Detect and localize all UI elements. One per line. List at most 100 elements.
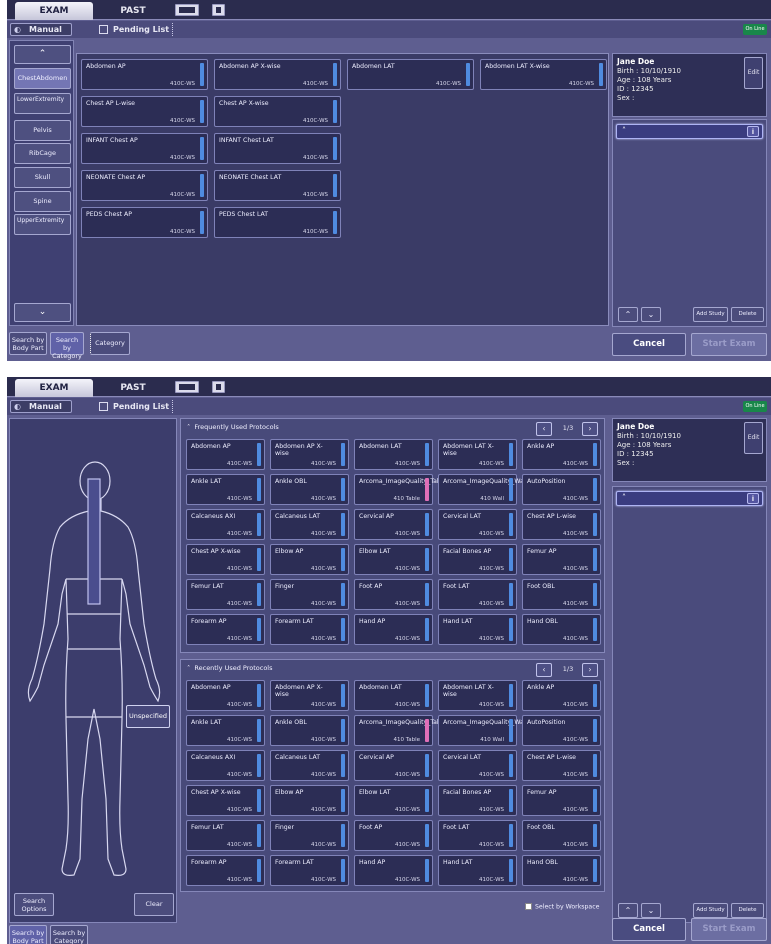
start-exam-button[interactable]: Start Exam xyxy=(691,918,767,941)
protocol-button[interactable]: Ankle OBL 410C-WS xyxy=(270,715,349,746)
protocol-button[interactable]: Hand AP 410C-WS xyxy=(354,614,433,645)
protocol-button[interactable]: Hand AP 410C-WS xyxy=(354,855,433,886)
protocol-button[interactable]: Elbow LAT 410C-WS xyxy=(354,785,433,816)
start-exam-button[interactable]: Start Exam xyxy=(691,333,767,356)
protocol-button[interactable]: AutoPosition 410C-WS xyxy=(522,715,601,746)
protocol-button[interactable]: Elbow LAT 410C-WS xyxy=(354,544,433,575)
protocol-button[interactable]: Abdomen AP 410C-WS xyxy=(186,680,265,711)
protocol-button[interactable]: Cervical LAT 410C-WS xyxy=(438,509,517,540)
protocol-button[interactable]: NEONATE Chest LAT 410C-WS xyxy=(214,170,341,201)
category-button[interactable]: Skull xyxy=(14,167,71,188)
protocol-button[interactable]: Chest AP L-wise 410C-WS xyxy=(81,96,208,127)
protocol-button[interactable]: Foot OBL 410C-WS xyxy=(522,820,601,851)
protocol-button[interactable]: Abdomen LAT X-wise 410C-WS xyxy=(438,439,517,470)
tab-past[interactable]: PAST xyxy=(95,379,171,397)
search-by-body-part-button[interactable]: Search by Body Part xyxy=(9,332,47,355)
protocol-button[interactable]: Abdomen AP 410C-WS xyxy=(81,59,208,90)
delete-study-button[interactable]: Delete xyxy=(731,903,764,918)
protocol-button[interactable]: Chest AP L-wise 410C-WS xyxy=(522,509,601,540)
protocol-button[interactable]: Calcaneus AXI 410C-WS xyxy=(186,750,265,781)
protocol-button[interactable]: INFANT Chest AP 410C-WS xyxy=(81,133,208,164)
protocol-button[interactable]: Foot LAT 410C-WS xyxy=(438,820,517,851)
protocol-button[interactable]: Hand OBL 410C-WS xyxy=(522,855,601,886)
protocol-button[interactable]: Cervical AP 410C-WS xyxy=(354,509,433,540)
study-row[interactable]: ˄ i xyxy=(616,491,763,506)
move-down-button[interactable]: ⌄ xyxy=(641,307,661,322)
protocol-button[interactable]: NEONATE Chest AP 410C-WS xyxy=(81,170,208,201)
protocol-button[interactable]: Facial Bones AP 410C-WS xyxy=(438,544,517,575)
search-options-button[interactable]: Search Options xyxy=(14,893,54,916)
protocol-button[interactable]: Femur LAT 410C-WS xyxy=(186,820,265,851)
category-button[interactable]: Pelvis xyxy=(14,120,71,141)
protocol-button[interactable]: Abdomen AP 410C-WS xyxy=(186,439,265,470)
protocol-button[interactable]: Ankle LAT 410C-WS xyxy=(186,715,265,746)
previous-page-icon[interactable]: ‹ xyxy=(536,422,552,436)
study-info-button[interactable]: i xyxy=(747,126,759,137)
move-up-button[interactable]: ⌃ xyxy=(618,307,638,322)
protocol-button[interactable]: Abdomen LAT 410C-WS xyxy=(354,439,433,470)
delete-study-button[interactable]: Delete xyxy=(731,307,764,322)
document-icon[interactable] xyxy=(212,381,225,393)
protocol-button[interactable]: Femur AP 410C-WS xyxy=(522,544,601,575)
unspecified-button[interactable]: Unspecified xyxy=(126,705,170,728)
move-up-button[interactable]: ⌃ xyxy=(618,903,638,918)
next-page-icon[interactable]: › xyxy=(582,422,598,436)
manual-tab[interactable]: ◐ Manual xyxy=(10,23,72,36)
protocol-button[interactable]: Abdomen LAT 410C-WS xyxy=(347,59,474,90)
protocol-button[interactable]: Cervical LAT 410C-WS xyxy=(438,750,517,781)
protocol-button[interactable]: Foot AP 410C-WS xyxy=(354,820,433,851)
protocol-button[interactable]: PEDS Chest LAT 410C-WS xyxy=(214,207,341,238)
search-by-category-button[interactable]: Search by Category xyxy=(50,925,88,944)
collapse-icon[interactable]: ˄ xyxy=(622,493,626,502)
protocol-button[interactable]: Calcaneus AXI 410C-WS xyxy=(186,509,265,540)
add-study-button[interactable]: Add Study xyxy=(693,307,728,322)
protocol-button[interactable]: Foot LAT 410C-WS xyxy=(438,579,517,610)
study-row[interactable]: ˄ i xyxy=(616,124,763,139)
category-button[interactable]: Spine xyxy=(14,191,71,212)
clear-button[interactable]: Clear xyxy=(134,893,174,916)
category-button[interactable]: UpperExtremity xyxy=(14,214,71,235)
protocol-button[interactable]: Forearm LAT 410C-WS xyxy=(270,614,349,645)
tab-exam[interactable]: EXAM xyxy=(15,379,93,397)
protocol-button[interactable]: Abdomen LAT 410C-WS xyxy=(354,680,433,711)
protocol-button[interactable]: Forearm LAT 410C-WS xyxy=(270,855,349,886)
protocol-button[interactable]: Abdomen AP X-wise 410C-WS xyxy=(270,439,349,470)
protocol-button[interactable]: AutoPosition 410C-WS xyxy=(522,474,601,505)
protocol-button[interactable]: Abdomen AP X-wise 410C-WS xyxy=(214,59,341,90)
scroll-down-icon[interactable]: ⌄ xyxy=(14,303,71,322)
study-info-button[interactable]: i xyxy=(747,493,759,504)
protocol-button[interactable]: Elbow AP 410C-WS xyxy=(270,544,349,575)
protocol-button[interactable]: Ankle OBL 410C-WS xyxy=(270,474,349,505)
protocol-button[interactable]: Finger 410C-WS xyxy=(270,820,349,851)
document-icon[interactable] xyxy=(212,4,225,16)
protocol-button[interactable]: Abdomen LAT X-wise 410C-WS xyxy=(438,680,517,711)
pending-list-tab[interactable]: Pending List xyxy=(91,400,173,413)
protocol-button[interactable]: Hand LAT 410C-WS xyxy=(438,855,517,886)
protocol-button[interactable]: Forearm AP 410C-WS xyxy=(186,614,265,645)
protocol-button[interactable]: Arcoma_ImageQuality_Table 410 Table xyxy=(354,474,446,505)
protocol-button[interactable]: Chest AP X-wise 410C-WS xyxy=(186,785,265,816)
protocol-button[interactable]: Calcaneus LAT 410C-WS xyxy=(270,509,349,540)
next-page-icon[interactable]: › xyxy=(582,663,598,677)
protocol-button[interactable]: Ankle LAT 410C-WS xyxy=(186,474,265,505)
protocol-button[interactable]: Hand OBL 410C-WS xyxy=(522,614,601,645)
pending-list-tab[interactable]: Pending List xyxy=(91,23,173,36)
category-button[interactable]: ChestAbdomen xyxy=(14,68,71,89)
manual-tab[interactable]: ◐ Manual xyxy=(10,400,72,413)
protocol-button[interactable]: INFANT Chest LAT 410C-WS xyxy=(214,133,341,164)
protocol-button[interactable]: Arcoma_ImageQuality_Wall 410 Wall xyxy=(438,715,527,746)
protocol-button[interactable]: Chest AP X-wise 410C-WS xyxy=(186,544,265,575)
add-study-button[interactable]: Add Study xyxy=(693,903,728,918)
protocol-button[interactable]: Abdomen LAT X-wise 410C-WS xyxy=(480,59,607,90)
protocol-button[interactable]: Finger 410C-WS xyxy=(270,579,349,610)
protocol-button[interactable]: Foot OBL 410C-WS xyxy=(522,579,601,610)
edit-patient-button[interactable]: Edit xyxy=(744,422,763,454)
search-by-category-button[interactable]: Search by Category xyxy=(50,332,84,360)
protocol-button[interactable]: Arcoma_ImageQuality_Table 410 Table xyxy=(354,715,446,746)
protocol-button[interactable]: Facial Bones AP 410C-WS xyxy=(438,785,517,816)
category-list-button[interactable]: Category List xyxy=(90,332,130,361)
checkbox-icon[interactable] xyxy=(525,903,532,910)
search-by-body-part-button[interactable]: Search by Body Part xyxy=(9,925,47,944)
protocol-button[interactable]: Ankle AP 410C-WS xyxy=(522,680,601,711)
cancel-button[interactable]: Cancel xyxy=(612,918,686,941)
